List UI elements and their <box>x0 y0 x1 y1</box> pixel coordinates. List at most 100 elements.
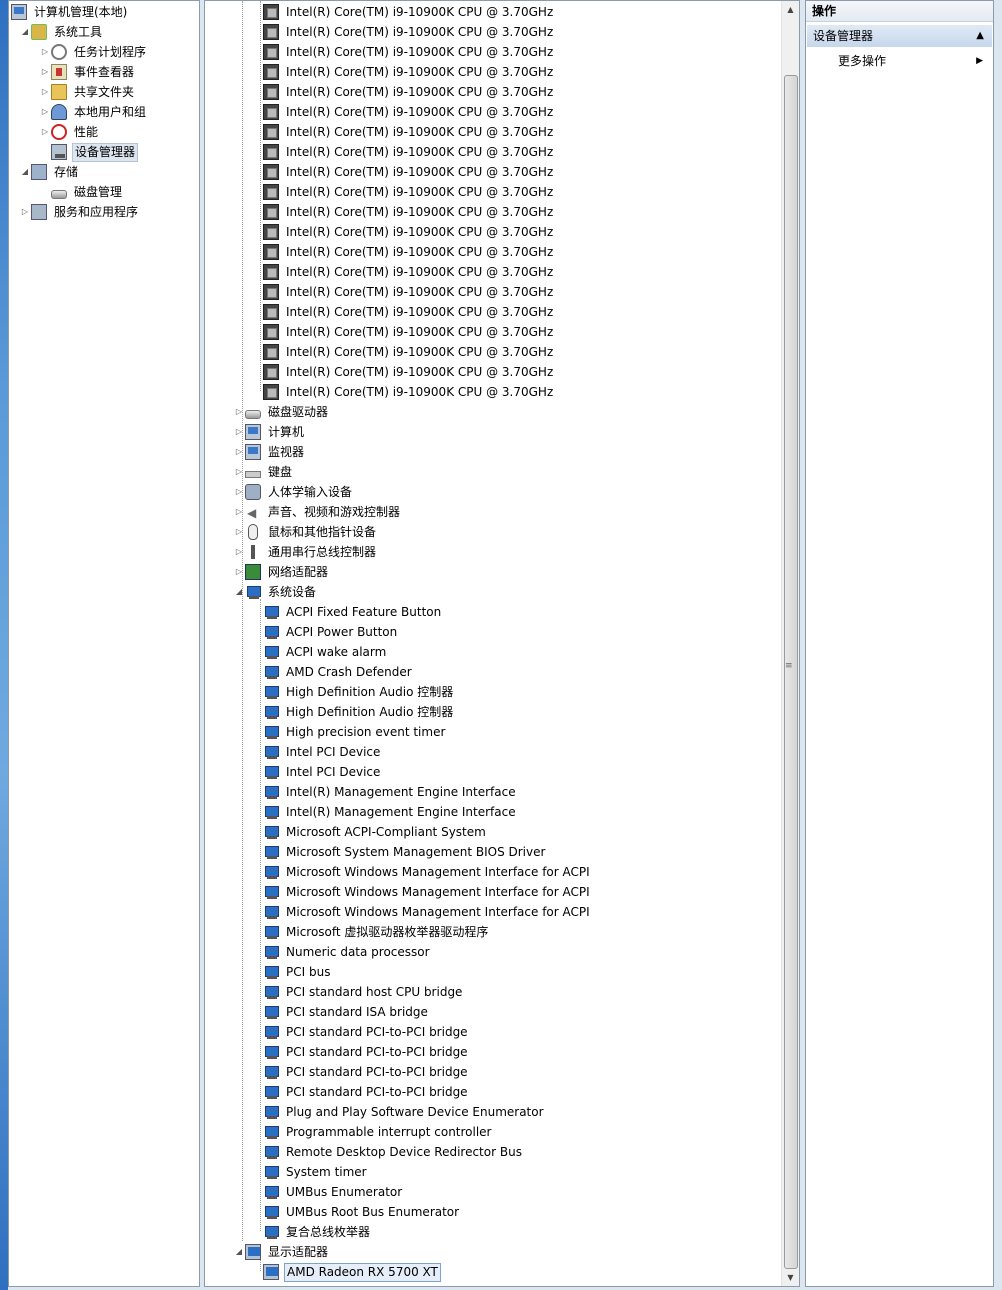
tree-item-task-scheduler[interactable]: ▷ 任务计划程序 <box>39 42 148 62</box>
expand-triangle-icon[interactable]: ▷ <box>233 562 245 582</box>
system-device-item[interactable]: Microsoft 虚拟驱动器枚举器驱动程序 <box>263 922 490 942</box>
processor-item[interactable]: Intel(R) Core(TM) i9-10900K CPU @ 3.70GH… <box>263 2 555 22</box>
processor-item[interactable]: Intel(R) Core(TM) i9-10900K CPU @ 3.70GH… <box>263 82 555 102</box>
system-device-item[interactable]: Programmable interrupt controller <box>263 1122 494 1142</box>
category-computer[interactable]: ▷ 计算机 <box>233 422 306 442</box>
system-device-item[interactable]: Intel PCI Device <box>263 742 382 762</box>
tree-item-device-manager[interactable]: 设备管理器 <box>51 142 139 162</box>
processor-item[interactable]: Intel(R) Core(TM) i9-10900K CPU @ 3.70GH… <box>263 382 555 402</box>
expand-triangle-icon[interactable]: ▷ <box>233 462 245 482</box>
system-device-item[interactable]: Microsoft Windows Management Interface f… <box>263 902 592 922</box>
system-device-item[interactable]: High Definition Audio 控制器 <box>263 702 455 722</box>
expand-triangle-icon[interactable]: ▷ <box>233 522 245 542</box>
processor-item[interactable]: Intel(R) Core(TM) i9-10900K CPU @ 3.70GH… <box>263 142 555 162</box>
expand-triangle-icon[interactable]: ▷ <box>233 542 245 562</box>
system-device-item[interactable]: 复合总线枚举器 <box>263 1222 372 1242</box>
system-device-item[interactable]: PCI standard ISA bridge <box>263 1002 430 1022</box>
collapse-triangle-icon[interactable]: ◢ <box>19 162 31 182</box>
processor-item[interactable]: Intel(R) Core(TM) i9-10900K CPU @ 3.70GH… <box>263 42 555 62</box>
category-monitors[interactable]: ▷ 监视器 <box>233 442 306 462</box>
system-device-item[interactable]: Plug and Play Software Device Enumerator <box>263 1102 546 1122</box>
processor-item[interactable]: Intel(R) Core(TM) i9-10900K CPU @ 3.70GH… <box>263 282 555 302</box>
processor-item[interactable]: Intel(R) Core(TM) i9-10900K CPU @ 3.70GH… <box>263 362 555 382</box>
system-device-item[interactable]: UMBus Root Bus Enumerator <box>263 1202 461 1222</box>
system-device-item[interactable]: ACPI Power Button <box>263 622 399 642</box>
processor-item[interactable]: Intel(R) Core(TM) i9-10900K CPU @ 3.70GH… <box>263 182 555 202</box>
category-sound[interactable]: ▷ 声音、视频和游戏控制器 <box>233 502 402 523</box>
tree-item-storage[interactable]: ◢ 存储 <box>19 162 80 182</box>
system-device-item[interactable]: Intel PCI Device <box>263 762 382 782</box>
category-display[interactable]: ◢ 显示适配器 <box>233 1242 330 1262</box>
tree-item-local-users[interactable]: ▷ 本地用户和组 <box>39 102 148 122</box>
category-hid[interactable]: ▷ 人体学输入设备 <box>233 482 354 502</box>
system-device-item[interactable]: PCI bus <box>263 962 332 982</box>
system-device-item[interactable]: Microsoft System Management BIOS Driver <box>263 842 547 862</box>
category-usb[interactable]: ▷ 通用串行总线控制器 <box>233 542 378 562</box>
system-device-item[interactable]: High Definition Audio 控制器 <box>263 682 455 702</box>
processor-item[interactable]: Intel(R) Core(TM) i9-10900K CPU @ 3.70GH… <box>263 122 555 142</box>
processor-item[interactable]: Intel(R) Core(TM) i9-10900K CPU @ 3.70GH… <box>263 322 555 342</box>
tree-item-system-tools[interactable]: ◢ 系统工具 <box>19 22 104 42</box>
system-device-item[interactable]: High precision event timer <box>263 722 447 742</box>
processor-item[interactable]: Intel(R) Core(TM) i9-10900K CPU @ 3.70GH… <box>263 102 555 122</box>
category-disk-drives[interactable]: ▷ 磁盘驱动器 <box>233 402 330 422</box>
system-device-item[interactable]: ACPI Fixed Feature Button <box>263 602 443 622</box>
collapse-triangle-icon[interactable]: ◢ <box>233 1242 245 1262</box>
system-device-item[interactable]: PCI standard PCI-to-PCI bridge <box>263 1042 470 1062</box>
system-device-item[interactable]: Microsoft Windows Management Interface f… <box>263 882 592 902</box>
expand-triangle-icon[interactable]: ▷ <box>233 482 245 502</box>
system-device-item[interactable]: Microsoft ACPI-Compliant System <box>263 822 488 842</box>
expand-triangle-icon[interactable]: ▷ <box>233 502 245 522</box>
expand-triangle-icon[interactable]: ▷ <box>39 42 51 62</box>
system-device-item[interactable]: PCI standard PCI-to-PCI bridge <box>263 1062 470 1082</box>
processor-item[interactable]: Intel(R) Core(TM) i9-10900K CPU @ 3.70GH… <box>263 222 555 242</box>
system-device-item[interactable]: Numeric data processor <box>263 942 432 962</box>
tree-item-disk-management[interactable]: 磁盘管理 <box>51 182 124 202</box>
category-system[interactable]: ◢ 系统设备 <box>233 582 318 602</box>
processor-item[interactable]: Intel(R) Core(TM) i9-10900K CPU @ 3.70GH… <box>263 242 555 262</box>
processor-item[interactable]: Intel(R) Core(TM) i9-10900K CPU @ 3.70GH… <box>263 202 555 222</box>
category-mice[interactable]: ▷ 鼠标和其他指针设备 <box>233 522 378 542</box>
expand-triangle-icon[interactable]: ▷ <box>39 82 51 102</box>
system-device-item[interactable]: AMD Crash Defender <box>263 662 414 682</box>
more-actions-item[interactable]: 更多操作 ▶ <box>838 51 987 71</box>
system-device-item[interactable]: PCI standard PCI-to-PCI bridge <box>263 1022 470 1042</box>
system-device-item[interactable]: System timer <box>263 1162 369 1182</box>
scroll-up-arrow-icon[interactable]: ▲ <box>782 1 799 18</box>
expand-triangle-icon[interactable]: ▷ <box>39 122 51 142</box>
system-device-item[interactable]: Intel(R) Management Engine Interface <box>263 802 518 822</box>
system-device-item[interactable]: Microsoft Windows Management Interface f… <box>263 862 592 882</box>
processor-item[interactable]: Intel(R) Core(TM) i9-10900K CPU @ 3.70GH… <box>263 22 555 42</box>
processor-item[interactable]: Intel(R) Core(TM) i9-10900K CPU @ 3.70GH… <box>263 262 555 282</box>
system-device-item[interactable]: Remote Desktop Device Redirector Bus <box>263 1142 524 1162</box>
category-network[interactable]: ▷ 网络适配器 <box>233 562 330 582</box>
processor-item[interactable]: Intel(R) Core(TM) i9-10900K CPU @ 3.70GH… <box>263 302 555 322</box>
system-device-item[interactable]: PCI standard PCI-to-PCI bridge <box>263 1082 470 1102</box>
collapse-arrow-icon[interactable]: ▲ <box>976 25 984 47</box>
display-adapter-item[interactable]: AMD Radeon RX 5700 XT <box>263 1262 441 1282</box>
category-keyboards[interactable]: ▷ 键盘 <box>233 462 294 482</box>
tree-item-shared-folders[interactable]: ▷ 共享文件夹 <box>39 82 136 102</box>
tree-item-performance[interactable]: ▷ 性能 <box>39 122 100 142</box>
expand-triangle-icon[interactable]: ▷ <box>233 422 245 442</box>
tree-item-event-viewer[interactable]: ▷ 事件查看器 <box>39 62 136 82</box>
system-device-item[interactable]: Intel(R) Management Engine Interface <box>263 782 518 802</box>
tree-root-computer-management[interactable]: 计算机管理(本地) <box>11 2 129 22</box>
expand-triangle-icon[interactable]: ▷ <box>39 102 51 122</box>
collapse-triangle-icon[interactable]: ◢ <box>233 582 245 602</box>
scroll-down-arrow-icon[interactable]: ▼ <box>782 1269 799 1286</box>
vertical-scrollbar[interactable]: ▲ ≡ ▼ <box>781 1 799 1286</box>
processor-item[interactable]: Intel(R) Core(TM) i9-10900K CPU @ 3.70GH… <box>263 162 555 182</box>
expand-triangle-icon[interactable]: ▷ <box>19 202 31 222</box>
actions-section-device-manager[interactable]: 设备管理器 ▲ <box>807 25 992 47</box>
system-device-item[interactable]: UMBus Enumerator <box>263 1182 404 1202</box>
expand-triangle-icon[interactable]: ▷ <box>233 402 245 422</box>
expand-triangle-icon[interactable]: ▷ <box>39 62 51 82</box>
scrollbar-thumb[interactable] <box>784 75 798 1269</box>
system-device-item[interactable]: PCI standard host CPU bridge <box>263 982 464 1002</box>
system-device-item[interactable]: ACPI wake alarm <box>263 642 388 662</box>
expand-triangle-icon[interactable]: ▷ <box>233 442 245 462</box>
processor-item[interactable]: Intel(R) Core(TM) i9-10900K CPU @ 3.70GH… <box>263 62 555 82</box>
processor-item[interactable]: Intel(R) Core(TM) i9-10900K CPU @ 3.70GH… <box>263 342 555 362</box>
tree-item-services-apps[interactable]: ▷ 服务和应用程序 <box>19 202 140 222</box>
